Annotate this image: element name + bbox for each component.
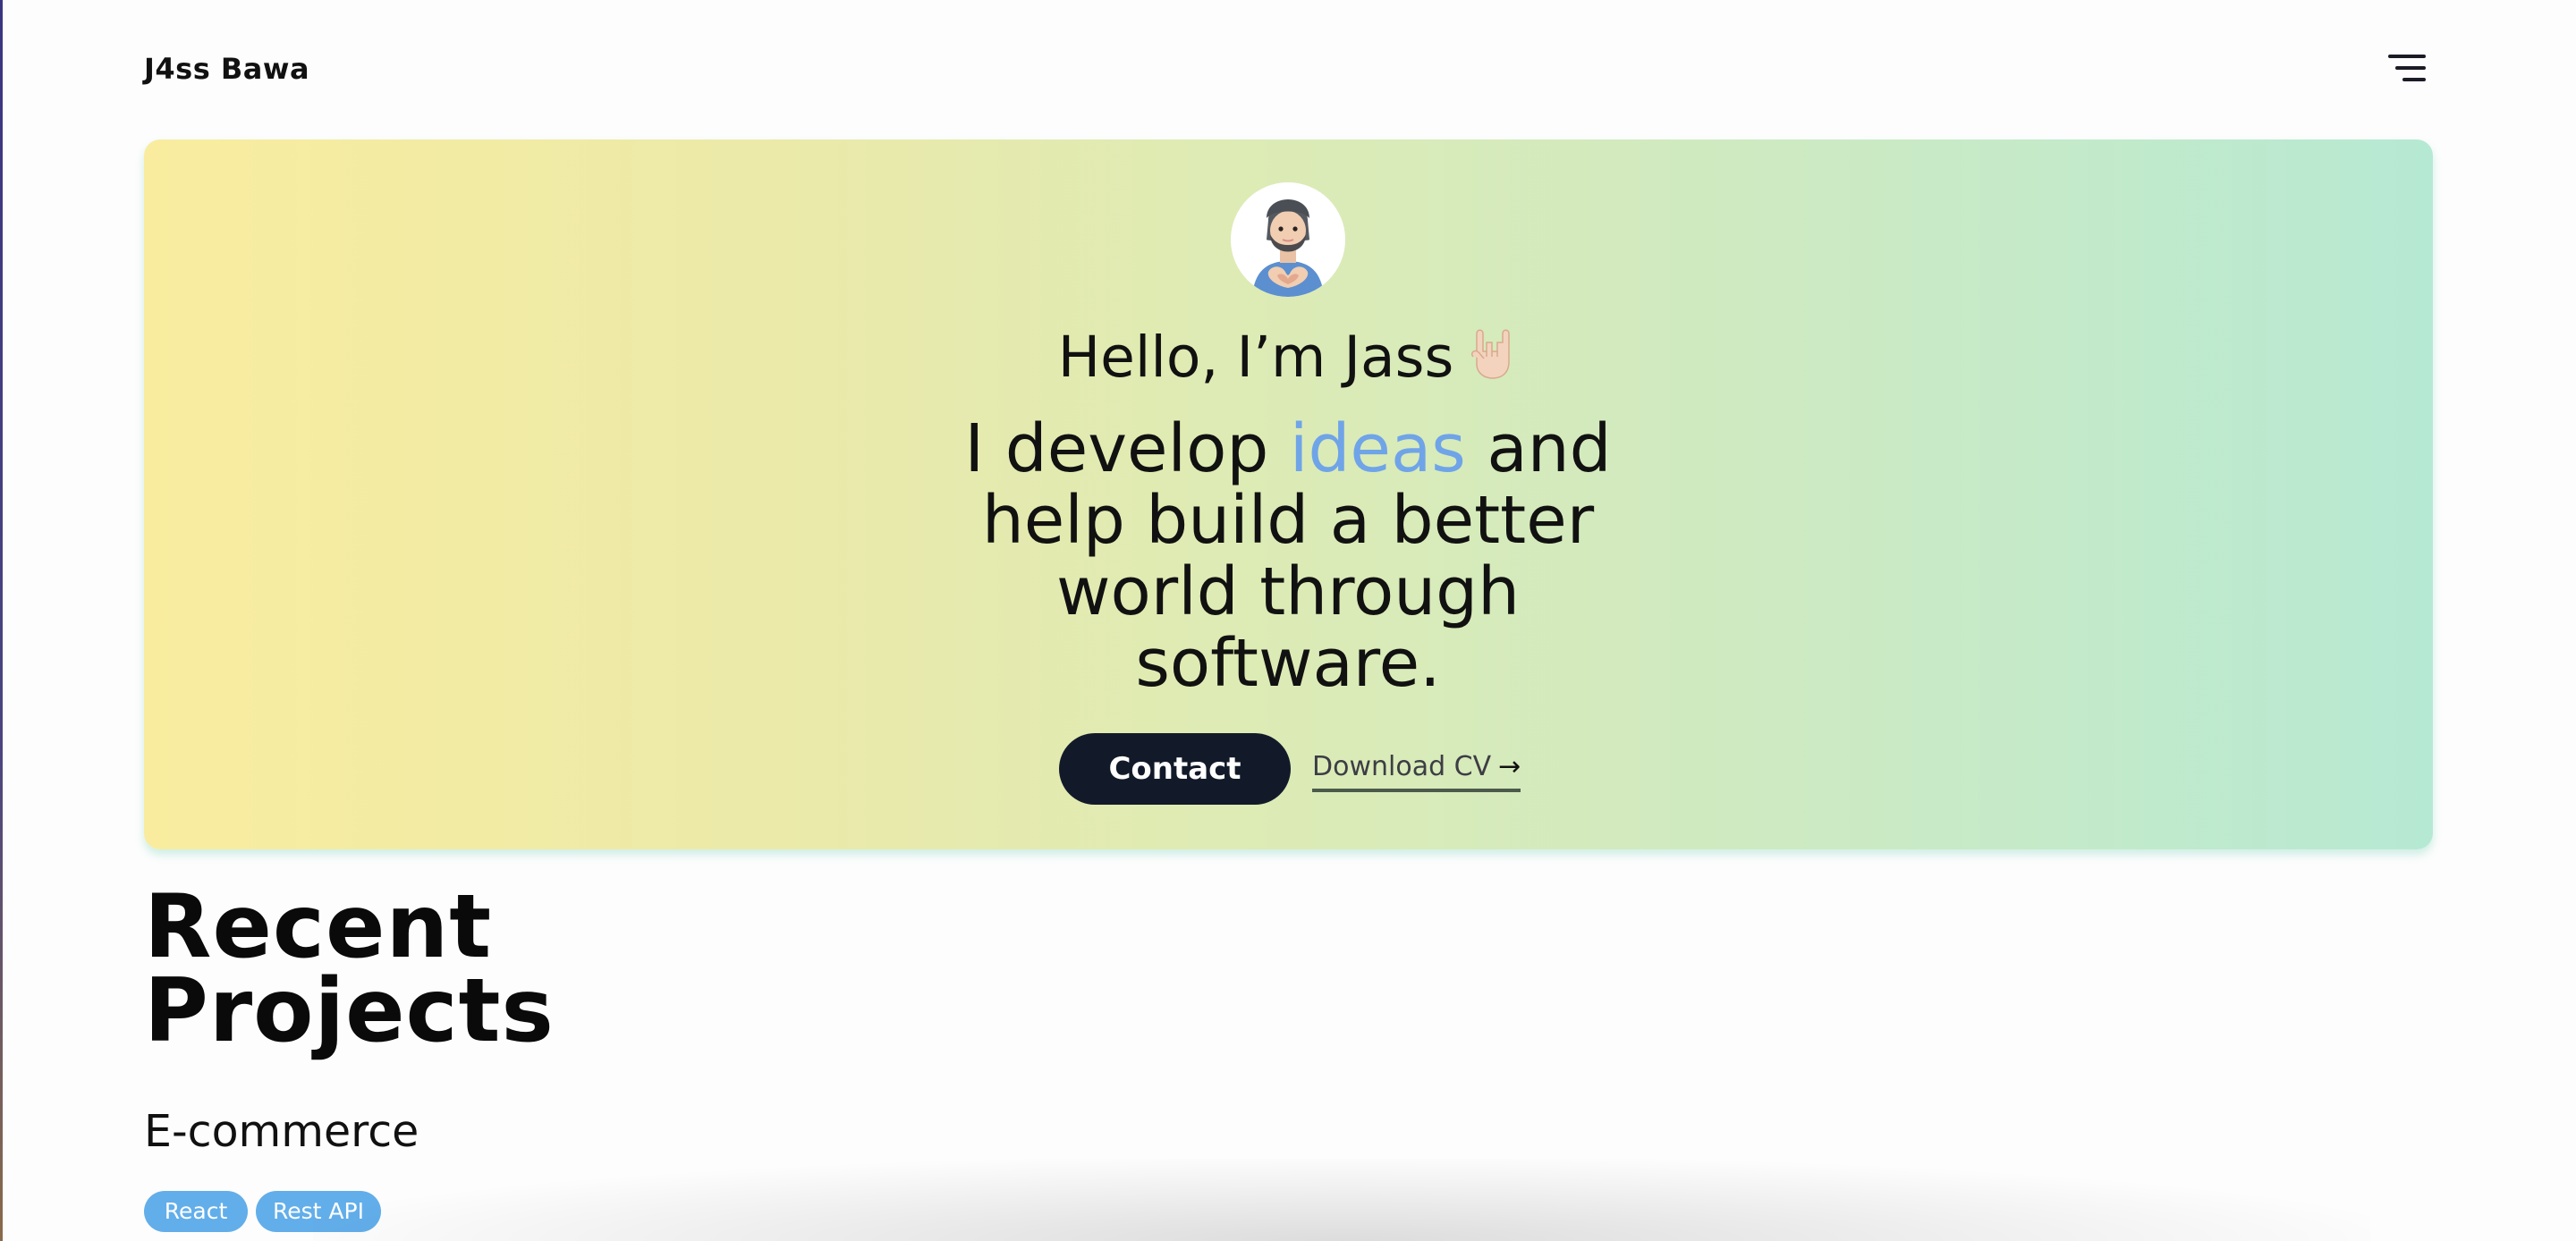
rock-on-hand-icon xyxy=(1468,324,1518,379)
tag-rest-api: Rest API xyxy=(256,1191,381,1232)
project-card-shadow xyxy=(313,1159,2370,1241)
download-cv-link[interactable]: Download CV → xyxy=(1312,749,1521,792)
brand-name[interactable]: J4ss Bawa xyxy=(144,52,309,86)
tagline-line-2: help build a better xyxy=(981,482,1595,559)
tagline-prefix: I develop xyxy=(964,410,1290,487)
memoji-avatar-icon xyxy=(1231,182,1345,297)
tagline-accent: ideas xyxy=(1289,410,1466,487)
arrow-right-icon: → xyxy=(1498,751,1521,782)
heading-line-2: Projects xyxy=(144,960,555,1062)
portfolio-page: J4ss Bawa Hello, I’m Jass I develop idea… xyxy=(0,0,2576,1241)
recent-projects-heading: Recent Projects xyxy=(144,876,555,1062)
hamburger-menu-icon[interactable] xyxy=(2383,52,2426,88)
greeting-text: Hello, I’m Jass xyxy=(1057,325,1454,390)
tagline-line-3: world through xyxy=(1055,553,1521,630)
tagline-line-1: I develop ideas and xyxy=(930,413,1646,485)
tagline-line-4: software. xyxy=(1135,625,1441,702)
tag-react: React xyxy=(144,1191,248,1232)
download-cv-label: Download CV xyxy=(1312,751,1492,782)
contact-button[interactable]: Contact xyxy=(1059,733,1291,805)
project-title[interactable]: E-commerce xyxy=(144,1105,419,1159)
tagline-suffix: and xyxy=(1465,410,1612,487)
window-edge xyxy=(0,0,3,1241)
hero-greeting: Hello, I’m Jass xyxy=(0,320,2576,395)
hero-tagline: I develop ideas and help build a better … xyxy=(930,413,1646,699)
heading-line-1: Recent xyxy=(144,876,493,978)
avatar xyxy=(1231,182,1345,297)
